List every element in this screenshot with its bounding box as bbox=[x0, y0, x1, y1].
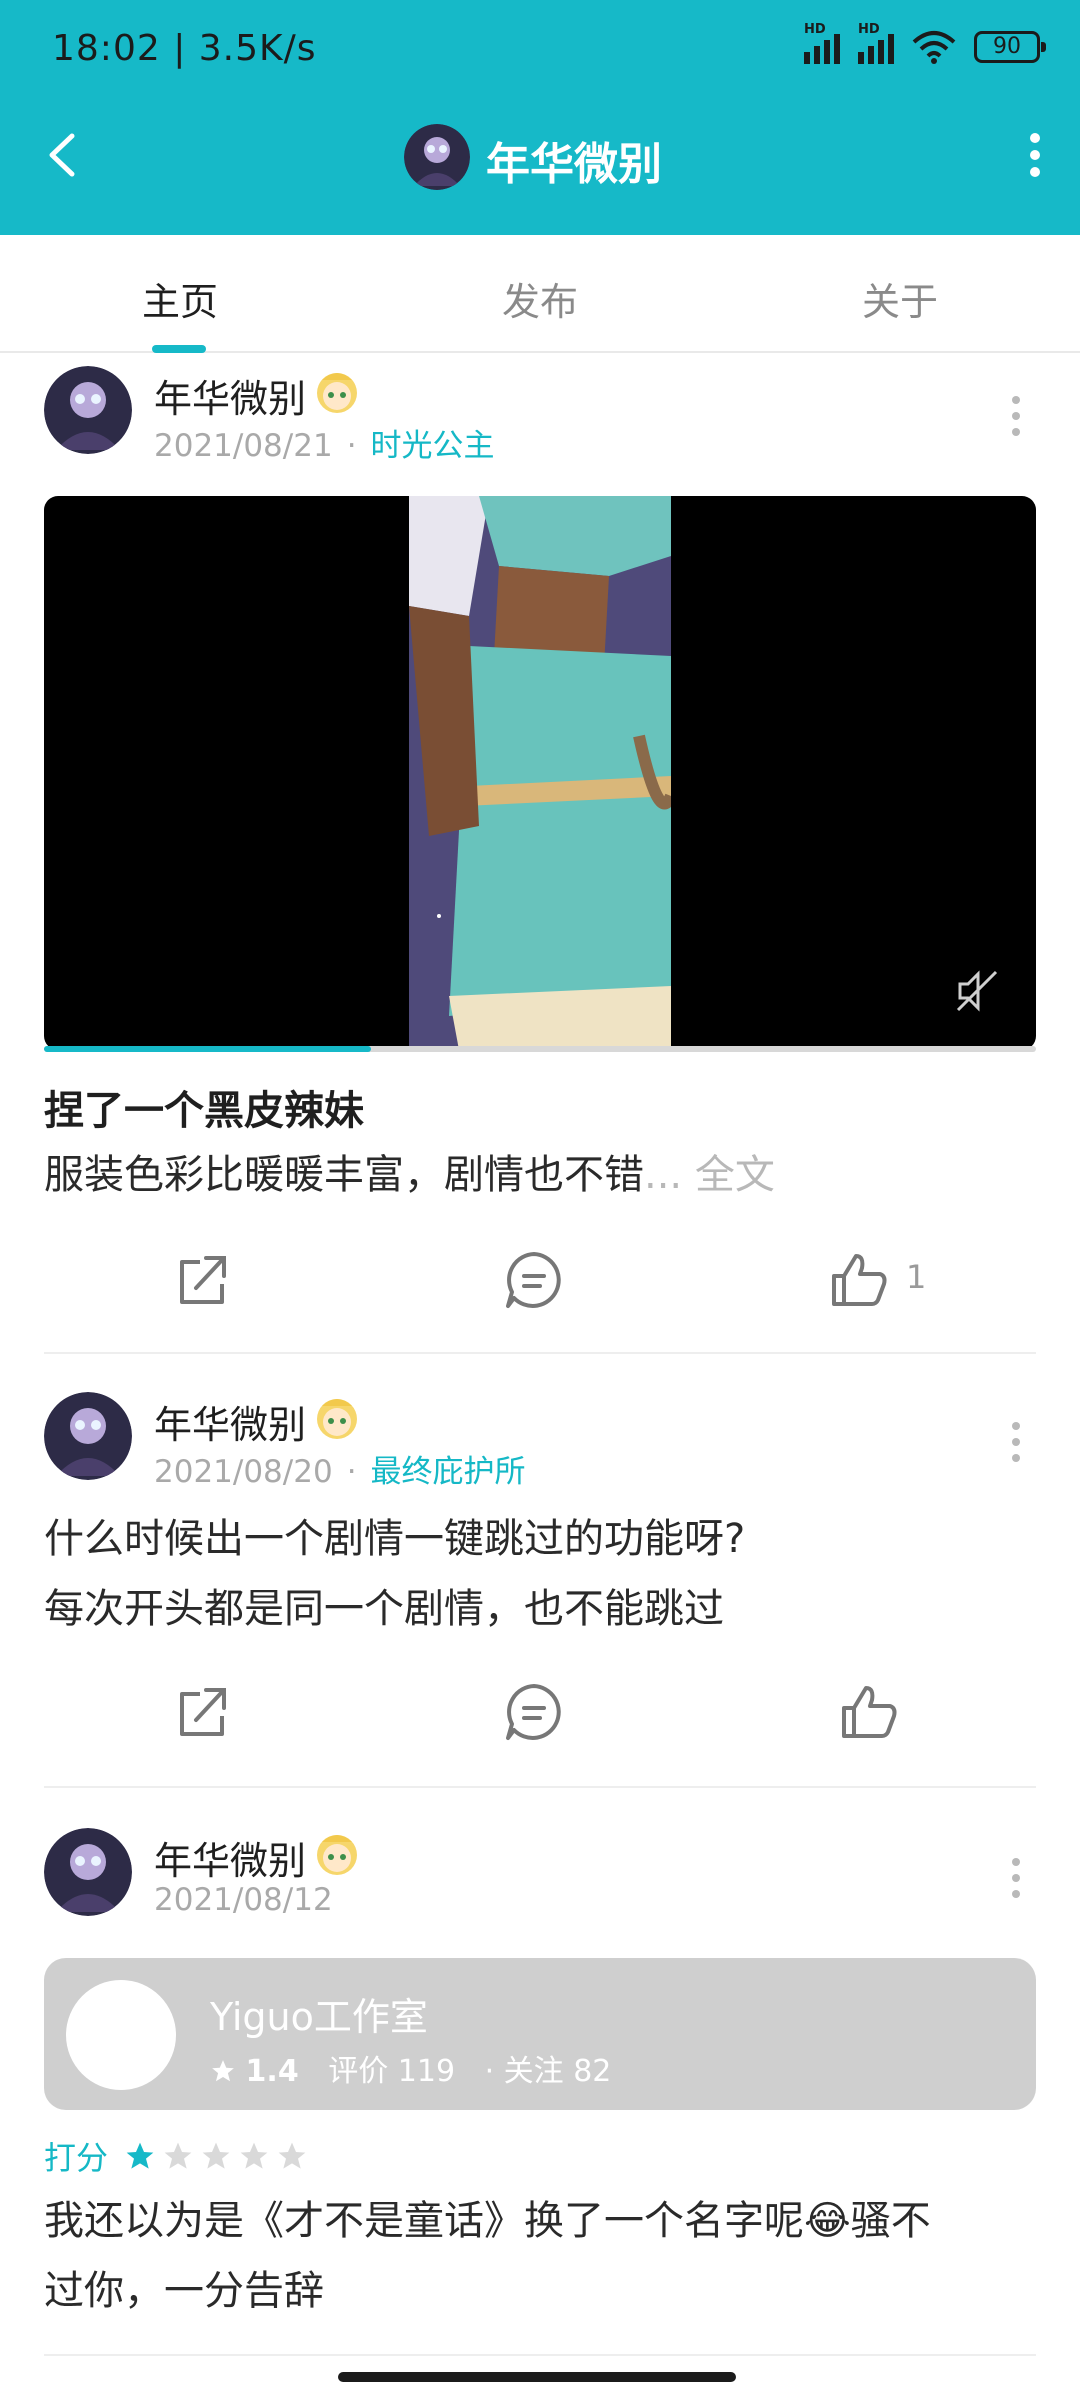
post-actions bbox=[0, 1680, 1080, 1760]
app-icon bbox=[66, 1980, 176, 2090]
app-card[interactable]: Yiguo工作室 1.4 评价 119 · 关注 82 bbox=[44, 1958, 1036, 2110]
tab-about[interactable]: 关于 bbox=[862, 271, 938, 326]
star-empty-icon bbox=[278, 2142, 306, 2169]
author-name[interactable]: 年华微别 bbox=[154, 368, 306, 423]
post-body-line[interactable]: 过你，一分告辞 bbox=[44, 2256, 324, 2326]
star-empty-icon bbox=[240, 2142, 268, 2169]
battery-icon: 90 bbox=[974, 31, 1046, 63]
star-empty-icon bbox=[202, 2142, 230, 2169]
like-icon[interactable] bbox=[838, 1680, 902, 1744]
post-body[interactable]: 服装色彩比暖暖丰富，剧情也不错... 全文 bbox=[44, 1140, 775, 1210]
user-badge-icon bbox=[317, 373, 357, 413]
star-filled-icon bbox=[126, 2142, 154, 2169]
post-date: 2021/08/21 bbox=[154, 428, 333, 464]
tab-posts[interactable]: 发布 bbox=[502, 271, 578, 326]
author-name[interactable]: 年华微别 bbox=[154, 1394, 306, 1449]
author-name[interactable]: 年华微别 bbox=[154, 1830, 306, 1885]
status-time: 18:02 | 3.5K/s bbox=[52, 28, 317, 69]
like-icon[interactable] bbox=[828, 1248, 892, 1312]
post-divider bbox=[44, 2354, 1036, 2356]
mute-icon[interactable] bbox=[952, 966, 1002, 1016]
post-body-line[interactable]: 我还以为是《才不是童话》换了一个名字呢😂骚不 bbox=[44, 2186, 931, 2256]
share-icon[interactable] bbox=[170, 1248, 234, 1312]
post-header: 年华微别 2021/08/21 · 时光公主 bbox=[44, 366, 1036, 466]
app-reviews: 评价 119 bbox=[328, 2054, 456, 2089]
signal-icon: HD bbox=[804, 22, 840, 64]
user-badge-icon bbox=[317, 1835, 357, 1875]
share-icon[interactable] bbox=[170, 1680, 234, 1744]
post-more-icon[interactable] bbox=[1010, 396, 1022, 436]
read-more-link[interactable]: ... 全文 bbox=[644, 1152, 775, 1198]
tab-bar: 主页 发布 关于 bbox=[0, 235, 1080, 353]
score-label: 打分 bbox=[44, 2139, 109, 2177]
active-tab-indicator bbox=[152, 345, 206, 353]
video-progress-fill bbox=[44, 1046, 372, 1052]
home-indicator[interactable] bbox=[338, 2372, 736, 2382]
post-more-icon[interactable] bbox=[1010, 1422, 1022, 1462]
post-meta: 2021/08/20 · 最终庇护所 bbox=[154, 1454, 526, 1490]
star-rating bbox=[124, 2140, 308, 2172]
post-divider bbox=[44, 1786, 1036, 1788]
video-progress-bar[interactable] bbox=[44, 1046, 1036, 1052]
app-header: 18:02 | 3.5K/s HD HD 90 年华微别 bbox=[0, 0, 1080, 235]
video-thumbnail bbox=[409, 496, 671, 1050]
post-date: 2021/08/12 bbox=[154, 1882, 333, 1918]
score-row: 打分 bbox=[44, 2134, 308, 2178]
video-player[interactable] bbox=[44, 496, 1036, 1050]
app-rating: 1.4 bbox=[245, 2054, 299, 2089]
wifi-icon bbox=[912, 31, 956, 64]
post-divider bbox=[44, 1352, 1036, 1354]
post-body-line[interactable]: 每次开头都是同一个剧情，也不能跳过 bbox=[44, 1574, 724, 1644]
star-icon bbox=[212, 2060, 234, 2082]
nav-bar: 年华微别 bbox=[0, 110, 1080, 200]
post-meta: 2021/08/21 · 时光公主 bbox=[154, 428, 495, 464]
post-body-line[interactable]: 什么时候出一个剧情一键跳过的功能呀? bbox=[44, 1504, 745, 1574]
post-header: 年华微别 2021/08/12 bbox=[44, 1828, 1036, 1928]
star-empty-icon bbox=[164, 2142, 192, 2169]
avatar[interactable] bbox=[44, 1828, 132, 1916]
post-date: 2021/08/20 bbox=[154, 1454, 333, 1490]
back-arrow-icon[interactable] bbox=[40, 130, 90, 180]
game-tag[interactable]: 最终庇护所 bbox=[371, 1454, 526, 1490]
post-more-icon[interactable] bbox=[1010, 1858, 1022, 1898]
game-tag[interactable]: 时光公主 bbox=[371, 428, 495, 464]
app-name: Yiguo工作室 bbox=[210, 1995, 428, 2039]
profile-avatar bbox=[404, 124, 470, 190]
more-options-icon[interactable] bbox=[1020, 130, 1050, 180]
post-title[interactable]: 捏了一个黑皮辣妹 bbox=[44, 1078, 364, 1136]
post-meta: 2021/08/12 bbox=[154, 1882, 333, 1918]
page-title: 年华微别 bbox=[486, 139, 662, 190]
app-follows: · 关注 82 bbox=[484, 2054, 612, 2089]
comment-icon[interactable] bbox=[502, 1680, 566, 1744]
app-stats: 1.4 评价 119 · 关注 82 bbox=[210, 2046, 611, 2090]
post-actions: 1 bbox=[0, 1248, 1080, 1328]
tab-home[interactable]: 主页 bbox=[142, 271, 218, 326]
status-icons: HD HD 90 bbox=[804, 22, 1046, 64]
avatar[interactable] bbox=[44, 366, 132, 454]
avatar[interactable] bbox=[44, 1392, 132, 1480]
like-count: 1 bbox=[906, 1258, 927, 1296]
user-badge-icon bbox=[317, 1399, 357, 1439]
post-header: 年华微别 2021/08/20 · 最终庇护所 bbox=[44, 1392, 1036, 1492]
status-bar: 18:02 | 3.5K/s HD HD 90 bbox=[52, 22, 1046, 74]
signal-icon-2: HD bbox=[858, 22, 894, 64]
comment-icon[interactable] bbox=[502, 1248, 566, 1312]
